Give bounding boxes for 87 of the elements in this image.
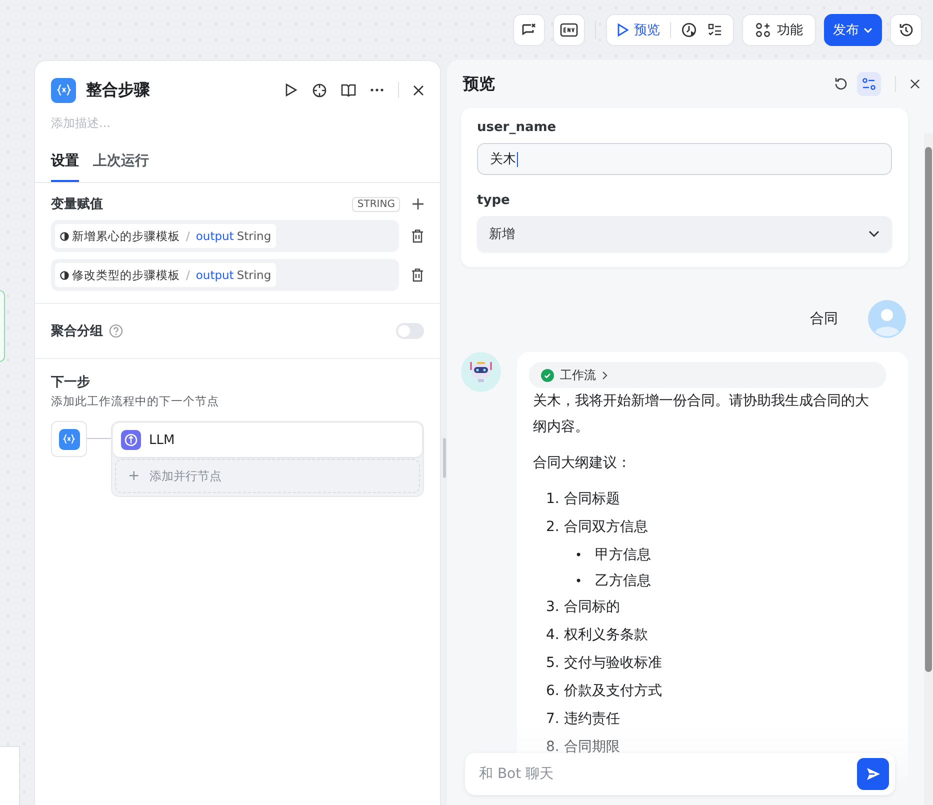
target-icon[interactable]: [312, 82, 327, 98]
debug-button[interactable]: [513, 14, 545, 46]
reset-icon[interactable]: [833, 76, 849, 92]
user-avatar: [868, 300, 906, 338]
panel-title: 预览: [463, 74, 495, 94]
section-title: 下一步: [51, 374, 91, 391]
list-item: 3. 合同标的: [545, 598, 621, 617]
bullet: •: [575, 547, 582, 564]
section-title: 聚合分组: [51, 323, 103, 340]
history-button[interactable]: [890, 14, 922, 46]
separator: /: [186, 268, 190, 282]
select-field[interactable]: 新增: [477, 216, 892, 252]
checklist-icon: [707, 22, 723, 38]
chevron-right-icon: [602, 370, 608, 380]
tab[interactable]: 设置: [51, 152, 79, 182]
send-button[interactable]: [857, 758, 889, 790]
half-circle-icon: [60, 232, 69, 240]
list-item: 1. 合同标题: [545, 490, 621, 509]
feature-button[interactable]: 功能: [742, 14, 816, 46]
tab[interactable]: 上次运行: [93, 152, 149, 182]
clock-play-icon: [681, 22, 697, 38]
llm-node-icon: [121, 430, 141, 450]
trash-icon[interactable]: [411, 268, 424, 282]
play-icon[interactable]: [284, 83, 298, 97]
connector-line: [87, 438, 111, 439]
toggle-switch[interactable]: [396, 323, 424, 339]
list-item: 4. 权利义务条款: [545, 626, 649, 645]
list-item: 7. 违约责任: [545, 710, 621, 729]
user-message: 合同: [810, 310, 838, 328]
message-paragraph: 关木，我将开始新增一份合同。请协助我生成合同的大纲内容。: [533, 392, 870, 437]
output-name: output: [196, 268, 234, 282]
list-item: 6. 价款及支付方式: [545, 682, 663, 701]
env-icon: [560, 22, 578, 38]
send-icon: [865, 766, 881, 782]
section-subtitle: 添加此工作流程中的下一个节点: [51, 394, 220, 409]
chevron-down-icon: [863, 26, 873, 34]
plus-icon[interactable]: [412, 198, 424, 210]
brackets-icon: [63, 434, 75, 444]
list-item: 乙方信息: [595, 572, 652, 591]
variable-field[interactable]: 修改类型的步骤模板 / output String: [51, 259, 399, 291]
play-icon: [617, 23, 629, 37]
bullet: •: [575, 573, 582, 590]
next-node-card[interactable]: LLM: [113, 423, 422, 457]
node-title: 整合步骤: [86, 80, 150, 100]
source-node-name: 新增累心的步骤模板: [72, 228, 180, 244]
help-icon[interactable]: [109, 324, 123, 338]
preview-button[interactable]: 预览: [617, 21, 660, 39]
node-name: LLM: [149, 432, 175, 448]
variable-node-icon: [51, 78, 76, 102]
scrollbar[interactable]: [924, 133, 933, 805]
output-type: String: [236, 229, 272, 243]
close-icon[interactable]: [413, 84, 424, 96]
type-tag: STRING: [352, 196, 400, 212]
variable-chip[interactable]: 新增累心的步骤模板 / output String: [55, 224, 276, 248]
output-type: String: [236, 268, 272, 282]
field-label: user_name: [477, 120, 558, 135]
book-icon[interactable]: [341, 83, 356, 97]
output-name: output: [196, 229, 234, 243]
variable-field[interactable]: 新增累心的步骤模板 / output String: [51, 220, 399, 252]
source-node-name: 修改类型的步骤模板: [72, 268, 180, 282]
message-paragraph: 合同大纲建议：: [533, 454, 632, 473]
history-run-button[interactable]: [681, 22, 697, 38]
chevron-down-icon: [868, 230, 880, 238]
resize-handle[interactable]: [443, 438, 446, 478]
variable-chip[interactable]: 修改类型的步骤模板 / output String: [55, 263, 276, 287]
close-icon[interactable]: [910, 79, 920, 89]
list-item: 甲方信息: [595, 546, 652, 565]
section-title: 变量赋值: [51, 196, 103, 213]
robot-avatar: [461, 352, 501, 392]
trash-icon[interactable]: [411, 229, 424, 243]
check-circle-icon: [541, 368, 554, 382]
sliders-icon: [862, 77, 876, 91]
checklist-button[interactable]: [707, 22, 723, 38]
field-label: type: [477, 193, 511, 208]
half-circle-icon: [60, 270, 69, 280]
chat-cross-icon: [521, 22, 537, 38]
text-input-field[interactable]: 关木: [477, 143, 892, 175]
nodes-icon: [755, 22, 771, 38]
workflow-tag[interactable]: 工作流: [529, 362, 886, 388]
separator: /: [186, 229, 190, 243]
input-settings-button[interactable]: [857, 72, 881, 96]
history-icon: [898, 22, 914, 38]
environment-button[interactable]: [553, 14, 585, 46]
list-item: 2. 合同双方信息: [545, 518, 649, 537]
list-item: 5. 交付与验收标准: [545, 654, 663, 673]
publish-button[interactable]: 发布: [824, 14, 882, 46]
more-icon[interactable]: [370, 88, 384, 92]
